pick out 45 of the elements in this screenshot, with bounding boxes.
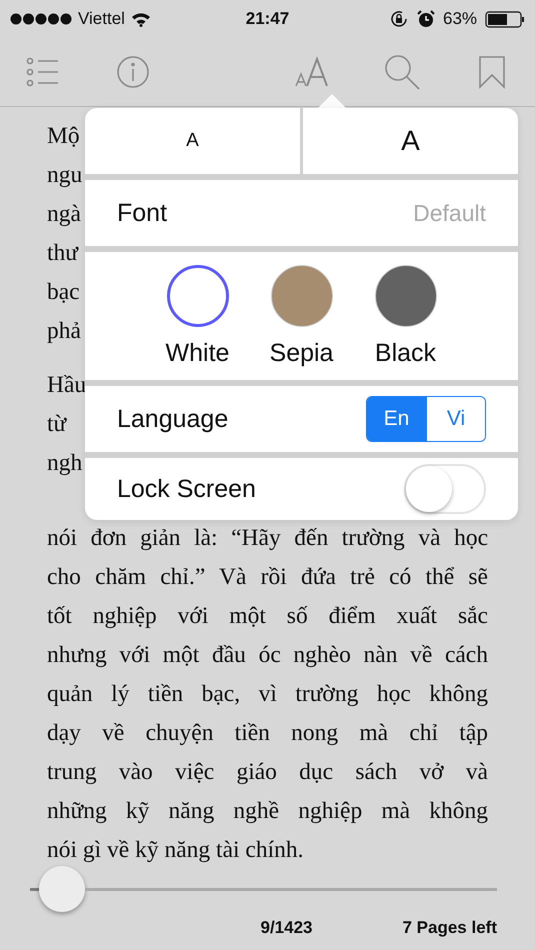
font-label: Font [117,198,168,228]
book-text-line: ngh [47,450,82,476]
signal-icon [10,13,72,25]
font-value: Default [413,200,486,226]
pages-left: 7 Pages left [402,918,497,938]
book-text-line: cho chăm chỉ.” Và rồi đứa trẻ có thể sẽ [47,563,488,592]
language-option[interactable]: Vi [426,397,485,441]
book-text-line: nói gì về kỹ năng tài chính. [47,837,304,863]
clock-time: 21:47 [246,9,290,29]
book-text-line: trung vào việc giáo dục sách vở và [47,758,488,787]
book-text-line: dạy về chuyện tiền nong mà chỉ tập [47,719,488,748]
theme-option[interactable]: Black [356,264,456,368]
book-text-line: nói đơn giản là: “Hãy đến trường và học [47,524,488,553]
theme-label: Sepia [270,338,334,368]
book-text-line: Mộ [47,123,80,149]
book-text-line: quản lý tiền bạc, vì trường học không [47,680,488,709]
lock-screen-label: Lock Screen [117,474,257,504]
rotation-lock-icon [388,9,409,29]
increase-font-button[interactable]: A [303,108,518,174]
theme-option[interactable]: White [148,264,248,368]
book-text-line: bạc [47,279,80,305]
lock-screen-switch[interactable] [404,464,486,514]
alarm-icon [416,10,435,28]
book-text-line: ngà [47,201,81,227]
book-text-line: từ [47,411,66,437]
book-text-line: phả [47,318,81,344]
book-text-line: nhưng với một đầu óc nghèo nàn về cách [47,641,488,670]
battery-percent: 63% [442,9,478,29]
book-text-line: những kỹ năng nghề nghiệp mà không [47,797,488,826]
page-number: 9/1423 [260,918,312,938]
book-text-line: Hầu [47,372,86,398]
font-row[interactable]: Font Default [85,180,518,246]
language-option[interactable]: En [367,397,426,441]
wifi-icon [130,12,151,26]
theme-option[interactable]: Sepia [252,264,352,368]
book-text-line: thư [47,240,78,266]
progress-thumb[interactable] [39,866,86,912]
book-text-line: tốt nghiệp với một số điểm xuất sắc [47,602,488,631]
theme-label: White [166,338,230,368]
theme-label: Black [374,338,436,368]
carrier-name: Viettel [78,9,125,29]
language-label: Language [117,404,230,434]
book-text-line: ngu [47,162,82,188]
battery-icon [485,10,526,28]
decrease-font-button[interactable]: A [85,108,300,174]
